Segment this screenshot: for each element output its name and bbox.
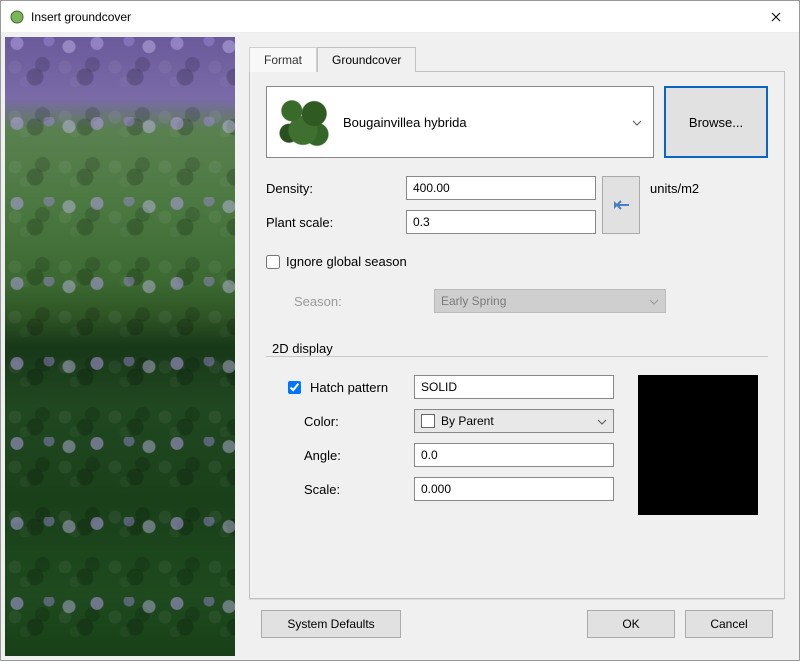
browse-button[interactable]: Browse... — [664, 86, 768, 158]
cancel-button[interactable]: Cancel — [685, 610, 773, 638]
hatch-pattern-checkbox[interactable] — [288, 381, 301, 394]
content-area: Format Groundcover Bougainvillea hybrida… — [1, 33, 799, 660]
ok-button[interactable]: OK — [587, 610, 675, 638]
plant-name: Bougainvillea hybrida — [343, 115, 629, 130]
angle-label: Angle: — [284, 448, 414, 463]
plant-scale-label: Plant scale: — [266, 215, 406, 230]
hatch-pattern-label: Hatch pattern — [310, 380, 388, 395]
plant-scale-input[interactable] — [406, 210, 596, 234]
density-swap-button[interactable] — [602, 176, 640, 234]
tab-format[interactable]: Format — [249, 47, 317, 72]
density-grid: Density: units/m2 Plant scale: — [266, 176, 768, 234]
tab-strip: Format Groundcover — [249, 43, 785, 71]
plant-thumbnail — [275, 94, 331, 150]
color-swatch-icon — [421, 414, 435, 428]
tab-groundcover[interactable]: Groundcover — [317, 47, 416, 72]
density-units: units/m2 — [650, 181, 768, 196]
tab-panel-groundcover: Bougainvillea hybrida Browse... Density: — [249, 71, 785, 599]
chevron-down-icon — [649, 294, 659, 308]
preview-image — [5, 37, 235, 656]
display-2d-title: 2D display — [266, 341, 333, 356]
plant-dropdown[interactable]: Bougainvillea hybrida — [266, 86, 654, 158]
angle-input[interactable] — [414, 443, 614, 467]
season-label: Season: — [294, 294, 434, 309]
system-defaults-button[interactable]: System Defaults — [261, 610, 401, 638]
chevron-down-icon — [597, 414, 607, 428]
ignore-season-row: Ignore global season — [266, 254, 768, 269]
close-button[interactable] — [753, 1, 799, 33]
density-input[interactable] — [406, 176, 596, 200]
settings-pane: Format Groundcover Bougainvillea hybrida… — [239, 37, 795, 656]
season-row: Season: Early Spring — [266, 289, 768, 313]
button-bar: System Defaults OK Cancel — [249, 599, 785, 648]
hatch-pattern-input[interactable] — [414, 375, 614, 399]
display-2d-group: 2D display Hatch pattern Color: — [266, 341, 768, 525]
scale-input[interactable] — [414, 477, 614, 501]
app-icon — [9, 9, 25, 25]
hatch-preview-swatch — [638, 375, 758, 515]
color-dropdown[interactable]: By Parent — [414, 409, 614, 433]
plant-selector-row: Bougainvillea hybrida Browse... — [266, 86, 768, 158]
ignore-season-checkbox[interactable] — [266, 255, 280, 269]
titlebar: Insert groundcover — [1, 1, 799, 33]
ignore-season-label: Ignore global season — [286, 254, 407, 269]
season-dropdown: Early Spring — [434, 289, 666, 313]
window-title: Insert groundcover — [31, 10, 753, 24]
density-label: Density: — [266, 181, 406, 196]
dialog-window: Insert groundcover Format Groundcover Bo… — [0, 0, 800, 661]
arrow-left-icon — [612, 198, 630, 212]
chevron-down-icon — [629, 115, 645, 129]
color-label: Color: — [284, 414, 414, 429]
scale-label: Scale: — [284, 482, 414, 497]
hatch-pattern-row: Hatch pattern — [284, 378, 414, 397]
